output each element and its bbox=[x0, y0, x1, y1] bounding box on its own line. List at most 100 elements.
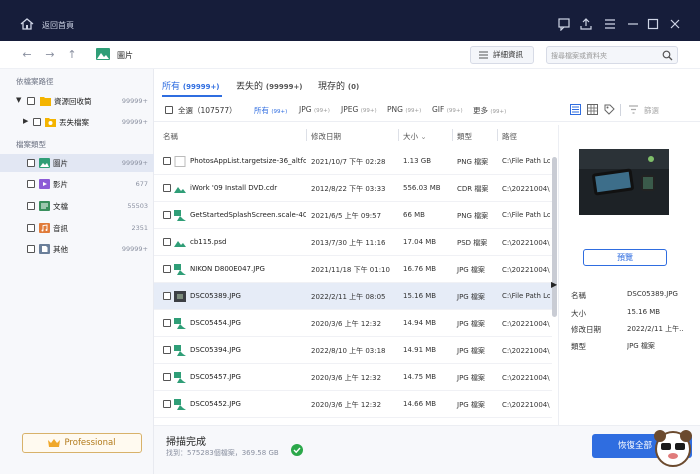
table-row[interactable]: cb115.psd 2013/7/30 上午 11:16 17.04 MB PS… bbox=[154, 229, 552, 256]
table-row[interactable]: DSC05457.JPG 2020/3/6 上午 12:32 14.75 MB … bbox=[154, 364, 552, 391]
select-all-label[interactable]: 全選（107577） bbox=[178, 105, 237, 116]
row-checkbox[interactable] bbox=[163, 346, 171, 354]
file-date: 2020/3/6 上午 12:32 bbox=[311, 374, 382, 382]
row-checkbox[interactable] bbox=[163, 238, 171, 246]
minimize-icon[interactable] bbox=[626, 17, 640, 31]
checkbox[interactable] bbox=[27, 159, 35, 167]
file-path: C:\20221004\新 bbox=[502, 320, 550, 328]
prop-value-name: DSC05389.JPG bbox=[627, 290, 678, 298]
search-box[interactable] bbox=[546, 46, 678, 64]
upload-icon[interactable] bbox=[579, 17, 593, 31]
type-filter-gif[interactable]: GIF (99+) bbox=[432, 105, 463, 114]
tab-count: (99999+) bbox=[265, 83, 303, 91]
table-row[interactable]: DSC05394.JPG 2022/8/10 上午 03:18 14.91 MB… bbox=[154, 337, 552, 364]
checkbox[interactable] bbox=[27, 180, 35, 188]
column-header-type[interactable]: 類型 bbox=[457, 131, 472, 142]
table-row[interactable]: GetStartedSplashScreen.scale-40... 2021/… bbox=[154, 202, 552, 229]
back-button[interactable]: ← bbox=[20, 48, 34, 62]
checkbox[interactable] bbox=[27, 97, 35, 105]
breadcrumb: 圖片 bbox=[117, 51, 133, 60]
prop-value-date: 2022/2/11 上午... bbox=[627, 325, 683, 333]
tab-label: 丟失的 bbox=[236, 82, 264, 92]
filter-icon[interactable] bbox=[628, 104, 639, 115]
file-path: C:\20221004\新 bbox=[502, 239, 550, 247]
type-filter-jpg[interactable]: JPG (99+) bbox=[299, 105, 330, 114]
search-icon[interactable] bbox=[662, 50, 673, 61]
checkbox[interactable] bbox=[27, 245, 35, 253]
type-filter-png[interactable]: PNG (99+) bbox=[387, 105, 421, 114]
table-row[interactable]: iWork '09 Install DVD.cdr 2012/8/22 下午 0… bbox=[154, 175, 552, 202]
file-size: 14.66 MB bbox=[403, 400, 437, 408]
sidebar-item-pictures[interactable]: 圖片 99999+ bbox=[0, 154, 154, 172]
sidebar-item-label: 影片 bbox=[53, 180, 68, 189]
row-checkbox[interactable] bbox=[163, 184, 171, 192]
panel-toggle-arrow-icon[interactable]: ▶ bbox=[551, 280, 557, 289]
file-size: 14.75 MB bbox=[403, 373, 437, 381]
image-file-icon bbox=[174, 399, 186, 410]
detail-info-button[interactable]: 詳細資訊 bbox=[470, 46, 534, 64]
feedback-icon[interactable] bbox=[557, 17, 571, 31]
table-row[interactable]: NIKON D800E047.JPG 2021/11/18 下午 01:10 1… bbox=[154, 256, 552, 283]
column-header-path[interactable]: 路徑 bbox=[502, 131, 517, 142]
column-header-date[interactable]: 修改日期 bbox=[311, 131, 341, 142]
preview-button[interactable]: 預覽 bbox=[583, 249, 667, 266]
scrollbar-thumb[interactable] bbox=[552, 157, 557, 317]
photo-thumbnail-icon bbox=[174, 291, 186, 302]
professional-button[interactable]: Professional bbox=[22, 433, 142, 453]
checkbox[interactable] bbox=[33, 118, 41, 126]
tab-all[interactable]: 所有 (99999+) bbox=[162, 79, 220, 92]
sidebar-item-documents[interactable]: 文檔 55503 bbox=[0, 197, 154, 215]
preview-thumbnail bbox=[579, 149, 669, 215]
file-path: C:\File Path Lost bbox=[502, 157, 550, 165]
expand-arrow-icon[interactable]: ▼ bbox=[16, 96, 21, 104]
row-checkbox[interactable] bbox=[163, 292, 171, 300]
table-row[interactable]: DSC05454.JPG 2020/3/6 上午 12:32 14.94 MB … bbox=[154, 310, 552, 337]
grid-view-icon[interactable] bbox=[587, 104, 598, 115]
sidebar-item-audio[interactable]: 音訊 2351 bbox=[0, 219, 154, 237]
back-home-link[interactable]: 返回首頁 bbox=[42, 20, 74, 31]
row-checkbox[interactable] bbox=[163, 400, 171, 408]
menu-icon[interactable] bbox=[603, 17, 617, 31]
select-all-checkbox[interactable] bbox=[165, 106, 173, 114]
up-button[interactable]: ↑ bbox=[65, 48, 79, 62]
type-filter-all[interactable]: 所有 (99+) bbox=[254, 105, 287, 116]
row-checkbox[interactable] bbox=[163, 211, 171, 219]
type-filter-count: (99+) bbox=[313, 108, 330, 114]
column-header-size[interactable]: 大小 ⌄ bbox=[403, 131, 427, 142]
checkbox[interactable] bbox=[27, 224, 35, 232]
table-row[interactable]: DSC05452.JPG 2020/3/6 上午 12:32 14.66 MB … bbox=[154, 391, 552, 418]
file-type: CDR 檔案 bbox=[457, 185, 489, 193]
active-tab-indicator bbox=[162, 95, 222, 97]
collapse-arrow-icon[interactable]: ▶ bbox=[23, 117, 28, 125]
row-checkbox[interactable] bbox=[163, 265, 171, 273]
type-filter-more[interactable]: 更多 (99+) bbox=[473, 105, 506, 116]
maximize-icon[interactable] bbox=[646, 17, 660, 31]
sidebar-item-recycle-bin[interactable]: ▼ 資源回收筒 99999+ bbox=[0, 92, 154, 110]
table-row[interactable]: PhotosAppList.targetsize-36_altfo... 202… bbox=[154, 148, 552, 175]
file-date: 2021/11/18 下午 01:10 bbox=[311, 266, 390, 274]
status-bar: 掃描完成 找到：575283個檔案，369.58 GB 恢復全部 bbox=[154, 425, 700, 474]
scan-status-title: 掃描完成 bbox=[166, 437, 206, 448]
table-row-selected[interactable]: DSC05389.JPG 2022/2/11 上午 08:05 15.16 MB… bbox=[154, 283, 552, 310]
checkbox[interactable] bbox=[27, 202, 35, 210]
column-header-name[interactable]: 名稱 bbox=[163, 131, 178, 142]
search-input[interactable] bbox=[551, 49, 659, 62]
sidebar-item-videos[interactable]: 影片 677 bbox=[0, 175, 154, 193]
filter-label[interactable]: 篩選 bbox=[644, 105, 659, 116]
tab-lost[interactable]: 丟失的 (99999+) bbox=[236, 79, 303, 92]
list-view-icon[interactable] bbox=[570, 104, 581, 115]
sidebar-item-lost-files[interactable]: ▶ 丟失檔案 99999+ bbox=[0, 113, 154, 131]
row-checkbox[interactable] bbox=[163, 157, 171, 165]
close-icon[interactable] bbox=[668, 17, 682, 31]
home-icon[interactable] bbox=[20, 18, 34, 30]
file-type: PNG 檔案 bbox=[457, 212, 489, 220]
sidebar-item-others[interactable]: 其他 99999+ bbox=[0, 240, 154, 258]
tag-icon[interactable] bbox=[604, 104, 615, 115]
tab-existing[interactable]: 現存的 (0) bbox=[318, 79, 359, 92]
item-count: 2351 bbox=[131, 224, 148, 232]
row-checkbox[interactable] bbox=[163, 373, 171, 381]
type-filter-jpeg[interactable]: JPEG (99+) bbox=[341, 105, 377, 114]
forward-button[interactable]: → bbox=[43, 48, 57, 62]
row-checkbox[interactable] bbox=[163, 319, 171, 327]
file-size: 15.16 MB bbox=[403, 292, 437, 300]
